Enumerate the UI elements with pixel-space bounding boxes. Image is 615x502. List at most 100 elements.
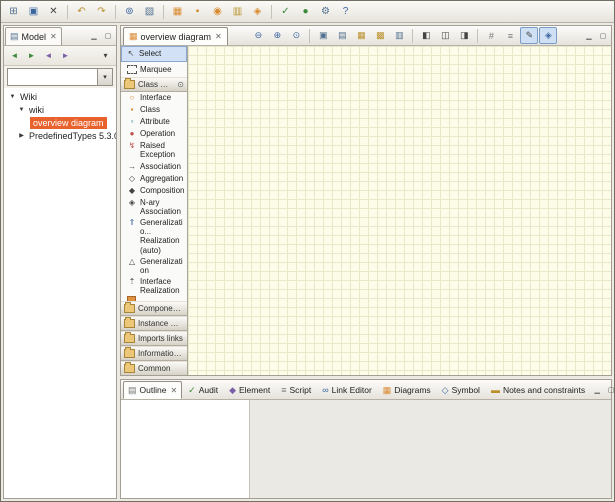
maximize-icon[interactable]: ▢ xyxy=(597,30,609,42)
tab-script[interactable]: ≡ Script xyxy=(276,381,316,399)
page-breaks-icon: ▥ xyxy=(395,30,404,41)
expander-icon[interactable]: ▼ xyxy=(17,107,26,113)
palette-item-class[interactable]: ▪ Class xyxy=(121,104,187,116)
maximize-icon[interactable]: ▢ xyxy=(605,384,615,396)
palette-item-interface[interactable]: ○ Interface xyxy=(121,92,187,104)
palette-item-attribute[interactable]: ▫ Attribute xyxy=(121,116,187,128)
tab-notes-and-constraints[interactable]: ▬ Notes and constraints xyxy=(486,381,590,399)
model-view-tab[interactable]: ▤ Model ✕ xyxy=(5,27,62,45)
tree-item-wiki-package[interactable]: ▼ wiki xyxy=(4,103,116,116)
redo-button[interactable]: ↷ xyxy=(92,2,111,21)
expander-icon[interactable]: ▶ xyxy=(17,132,26,139)
palette-item-n-ary-association[interactable]: ◈ N-ary Association xyxy=(121,197,187,217)
palette-drawer-imports-links[interactable]: Imports links xyxy=(121,331,187,346)
check-model-button[interactable]: ✓ xyxy=(276,2,295,21)
new-model-button[interactable]: ⊞ xyxy=(4,2,23,21)
next-element-button[interactable]: ► xyxy=(58,48,73,63)
palette-drawer-instance-model[interactable]: Instance model xyxy=(121,316,187,331)
minimize-icon[interactable]: ▁ xyxy=(88,30,100,42)
tab-audit[interactable]: ✓ Audit xyxy=(183,381,223,399)
palette-item-operation[interactable]: ● Operation xyxy=(121,128,187,140)
delete-button[interactable]: ✕ xyxy=(44,2,63,21)
palette-drawer-component-model[interactable]: Component mo... xyxy=(121,301,187,316)
palette-drawer-class-model[interactable]: Class model ⊙ xyxy=(121,77,187,92)
settings-button[interactable]: ⚙ xyxy=(316,2,335,21)
zoom-in-button[interactable]: ⊕ xyxy=(268,27,286,44)
forward-button[interactable]: ► xyxy=(24,48,39,63)
tab-link-editor[interactable]: ∞ Link Editor xyxy=(317,381,377,399)
tree-item-wiki-project[interactable]: ▼ Wiki xyxy=(4,90,116,103)
drawer-label: Class model xyxy=(138,80,174,89)
editor-tab-overview-diagram[interactable]: ▦ overview diagram ✕ xyxy=(123,27,228,45)
align-right-button[interactable]: ◨ xyxy=(455,27,473,44)
edit-mode-button[interactable]: ✎ xyxy=(520,27,538,44)
palette-item-label: Raised Exception xyxy=(140,141,186,159)
previous-element-button[interactable]: ◄ xyxy=(41,48,56,63)
align-left-button[interactable]: ◧ xyxy=(417,27,435,44)
palette-item-composition[interactable]: ◆ Composition xyxy=(121,185,187,197)
zoom-out-button[interactable]: ⊖ xyxy=(249,27,267,44)
snap-to-grid-button[interactable]: ▩ xyxy=(371,27,389,44)
zoom-100-button[interactable]: ⊙ xyxy=(287,27,305,44)
open-view-button[interactable]: ▧ xyxy=(140,2,159,21)
diagram-canvas[interactable] xyxy=(188,46,611,375)
search-button[interactable]: ⊚ xyxy=(120,2,139,21)
toolbar-separator xyxy=(115,5,116,19)
view-menu-button[interactable]: ▾ xyxy=(98,48,113,63)
smart-links-button[interactable]: ◈ xyxy=(539,27,557,44)
run-audit-button[interactable]: ● xyxy=(296,2,315,21)
help-icon: ? xyxy=(343,7,349,17)
diagram-toolbar: ⊖ ⊕ ⊙ ▣ ▤ ▦ ▩ ▥ ◧ ◫ ◨ # xyxy=(249,26,561,45)
help-button[interactable]: ? xyxy=(336,2,355,21)
palette-drawer-common[interactable]: Common xyxy=(121,361,187,375)
expander-icon[interactable]: ▼ xyxy=(8,94,17,100)
palette-drawer-information-flow[interactable]: Information Flo... xyxy=(121,346,187,361)
class-icon: ▪ xyxy=(127,105,137,115)
tab-label: Audit xyxy=(199,385,218,395)
close-icon[interactable]: ✕ xyxy=(170,386,177,395)
outline-preview-area[interactable] xyxy=(121,400,250,498)
palette-tool-select[interactable]: ↖ Select xyxy=(121,46,187,62)
show-grid-button[interactable]: ▦ xyxy=(352,27,370,44)
new-state-diagram-button[interactable]: ◈ xyxy=(248,2,267,21)
page-breaks-button[interactable]: ▥ xyxy=(390,27,408,44)
combo-dropdown-button[interactable]: ▾ xyxy=(97,69,112,85)
palette-item-label: Aggregation xyxy=(140,174,183,183)
new-package-diagram-button[interactable]: ▦ xyxy=(168,2,187,21)
tab-element[interactable]: ◆ Element xyxy=(224,381,275,399)
toolbar-separator xyxy=(67,5,68,19)
align-center-button[interactable]: ◫ xyxy=(436,27,454,44)
back-button[interactable]: ◄ xyxy=(7,48,22,63)
close-icon[interactable]: ✕ xyxy=(215,32,222,41)
tree-item-overview-diagram[interactable]: overview diagram xyxy=(4,116,116,129)
minimize-icon[interactable]: ▁ xyxy=(583,30,595,42)
tab-symbol[interactable]: ◇ Symbol xyxy=(437,381,485,399)
tab-diagrams[interactable]: ▦ Diagrams xyxy=(378,381,436,399)
distribute-button[interactable]: ≡ xyxy=(501,27,519,44)
minimize-icon[interactable]: ▁ xyxy=(591,384,603,396)
model-filter-combo[interactable]: ▾ xyxy=(7,68,113,86)
palette-item-aggregation[interactable]: ◇ Aggregation xyxy=(121,173,187,185)
palette-item-label: Generalizatio... Realization (auto) xyxy=(140,218,186,255)
export-image-button[interactable]: ▣ xyxy=(314,27,332,44)
check-icon: ✓ xyxy=(281,7,289,17)
new-use-case-diagram-button[interactable]: ◉ xyxy=(208,2,227,21)
save-button[interactable]: ▣ xyxy=(24,2,43,21)
palette-item-generalization[interactable]: △ Generalization xyxy=(121,256,187,276)
undo-button[interactable]: ↶ xyxy=(72,2,91,21)
grid-visibility-button[interactable]: # xyxy=(482,27,500,44)
new-class-diagram-button[interactable]: ▪ xyxy=(188,2,207,21)
palette-item-raised-exception[interactable]: ↯ Raised Exception xyxy=(121,140,187,160)
tree-item-predefined-types[interactable]: ▶ PredefinedTypes 5.3.00 xyxy=(4,129,116,142)
print-diagram-button[interactable]: ▤ xyxy=(333,27,351,44)
palette-item-association[interactable]: → Association xyxy=(121,161,187,173)
close-icon[interactable]: ✕ xyxy=(50,32,57,41)
maximize-icon[interactable]: ▢ xyxy=(102,30,114,42)
tab-outline[interactable]: ▤ Outline ✕ xyxy=(123,381,182,399)
palette-item-generalization-realization-auto[interactable]: ⇑ Generalizatio... Realization (auto) xyxy=(121,217,187,256)
drawer-pin-icon[interactable]: ⊙ xyxy=(177,80,184,89)
palette-item-interface-realization[interactable]: ⇡ Interface Realization xyxy=(121,276,187,296)
palette-tool-label: Marquee xyxy=(140,65,172,74)
palette-tool-marquee[interactable]: Marquee xyxy=(121,62,187,77)
new-sequence-diagram-button[interactable]: ▥ xyxy=(228,2,247,21)
